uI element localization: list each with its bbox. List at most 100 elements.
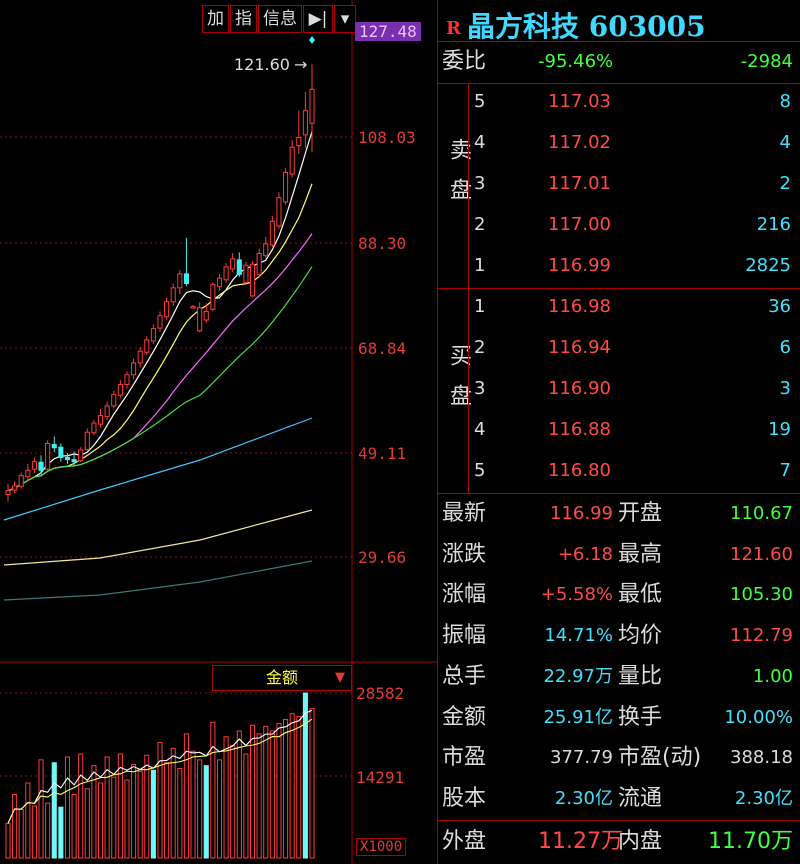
skip-icon[interactable]: ▶| <box>303 5 333 33</box>
stat-label: 流通 <box>618 785 663 811</box>
candle-body <box>124 374 130 385</box>
r-mark: R <box>446 18 461 39</box>
volume-bar <box>97 782 104 859</box>
quote-panel: R 晶方科技 603005 委比 -95.46% -2984 卖盘 5 117.03… <box>437 0 800 864</box>
candle-body <box>111 394 117 407</box>
volume-bar <box>302 692 308 859</box>
volume-bar <box>309 707 315 859</box>
volume-unit-label: X1000 <box>356 838 407 856</box>
buy-level-row[interactable]: 3 116.90 3 <box>438 369 800 409</box>
candle-body <box>210 284 216 310</box>
price-axis-label: 49.11 <box>358 444 407 463</box>
buy-level-row[interactable]: 2 116.94 6 <box>438 328 800 368</box>
volume-bar <box>190 750 196 859</box>
candle-body <box>243 264 249 283</box>
sell-level-qty: 2825 <box>745 255 791 276</box>
sell-level-row[interactable]: 2 117.00 216 <box>438 205 800 245</box>
volume-bar <box>256 733 262 859</box>
buy-level-index: 1 <box>474 296 486 317</box>
volume-bar <box>64 756 71 859</box>
stock-title: R 晶方科技 603005 <box>446 5 706 45</box>
sell-level-qty: 216 <box>756 214 791 235</box>
sell-level-price: 117.00 <box>548 214 611 235</box>
inner-label: 内盘 <box>618 829 663 854</box>
buy-level-index: 4 <box>474 419 486 440</box>
buy-level-qty: 6 <box>779 337 791 358</box>
buy-level-price: 116.94 <box>548 337 611 358</box>
stat-value: +5.58% <box>540 584 613 606</box>
volume-bar <box>210 721 216 859</box>
sell-level-row[interactable]: 1 116.99 2825 <box>438 246 800 286</box>
candle-body <box>309 88 315 124</box>
candle-body <box>58 446 64 458</box>
price-axis-label: 29.66 <box>358 548 407 567</box>
candle-body <box>25 469 31 478</box>
webi-label: 委比 <box>442 49 487 74</box>
buy-level-price: 116.88 <box>548 419 611 440</box>
candle-body <box>170 287 176 303</box>
volume-bar <box>223 736 229 859</box>
stat-label: 均价 <box>618 623 663 649</box>
buy-level-row[interactable]: 4 116.88 19 <box>438 410 800 450</box>
candle-body <box>117 383 123 396</box>
candle-body <box>131 362 137 376</box>
candle-body <box>230 258 236 270</box>
sell-level-price: 117.02 <box>548 132 611 153</box>
sell-level-row[interactable]: 5 117.03 8 <box>438 82 800 122</box>
buy-level-price: 116.80 <box>548 460 611 481</box>
candle-body <box>31 461 37 470</box>
add-button[interactable]: 加 <box>202 5 229 33</box>
diamond-marker <box>309 36 315 44</box>
volume-bar <box>243 753 249 859</box>
index-button[interactable]: 指 <box>230 5 257 33</box>
candle-body <box>269 220 275 246</box>
buy-level-index: 2 <box>474 337 486 358</box>
stat-value: 377.79 <box>550 747 613 769</box>
stat-value: 112.79 <box>730 625 793 647</box>
stat-label: 开盘 <box>618 501 663 526</box>
sell-level-qty: 4 <box>779 132 791 153</box>
stat-value: 2.30亿 <box>554 787 613 809</box>
candle-body <box>38 461 44 471</box>
sell-level-price: 116.99 <box>548 255 611 276</box>
buy-level-row[interactable]: 1 116.98 36 <box>438 287 800 327</box>
candle-body <box>203 310 209 321</box>
volume-indicator-selector[interactable]: 金额 ▼ <box>212 665 352 691</box>
stat-label: 涨跌 <box>442 541 487 567</box>
buy-level-row[interactable]: 5 116.80 7 <box>438 451 800 491</box>
sell-level-index: 5 <box>474 91 486 112</box>
buy-level-index: 5 <box>474 460 486 481</box>
stat-value: +6.18 <box>557 543 613 565</box>
volume-bar <box>124 779 130 859</box>
volume-bar <box>111 776 117 859</box>
info-button[interactable]: 信息 <box>258 5 302 33</box>
candle-body <box>45 442 51 470</box>
volume-bar <box>216 759 223 859</box>
volume-bar <box>84 788 90 859</box>
candle-body <box>183 273 189 285</box>
volume-bar <box>51 762 57 859</box>
stat-row: 市盈 377.79 市盈(动) 388.18 <box>438 738 800 778</box>
triangle-down-icon: ▼ <box>335 670 345 685</box>
price-axis-label: 88.30 <box>358 234 407 253</box>
price-axis-label: 68.84 <box>358 339 407 358</box>
volume-indicator-label: 金额 <box>265 668 298 687</box>
stat-row: 股本 2.30亿 流通 2.30亿 <box>438 779 800 819</box>
volume-bar <box>38 759 44 859</box>
stat-label: 最低 <box>618 582 663 608</box>
candle-body <box>150 328 156 342</box>
stat-value: 25.91亿 <box>543 706 613 728</box>
chevron-down-icon[interactable]: ▾ <box>334 5 356 33</box>
stock-code: 603005 <box>588 10 706 43</box>
stat-value: 110.67 <box>730 503 793 524</box>
volume-bar <box>58 806 64 859</box>
kline-chart-panel[interactable]: 加 指 信息 ▶| ▾ 127.48 108.03 88.30 68.84 49… <box>0 0 437 864</box>
stat-label: 涨幅 <box>442 582 487 608</box>
stat-label: 金额 <box>442 704 487 730</box>
stat-value: 116.99 <box>550 503 613 524</box>
long-ma-line <box>3 560 313 601</box>
stat-value: 2.30亿 <box>734 787 793 809</box>
sell-level-row[interactable]: 3 117.01 2 <box>438 164 800 204</box>
buy-level-qty: 19 <box>768 419 791 440</box>
sell-level-row[interactable]: 4 117.02 4 <box>438 123 800 163</box>
